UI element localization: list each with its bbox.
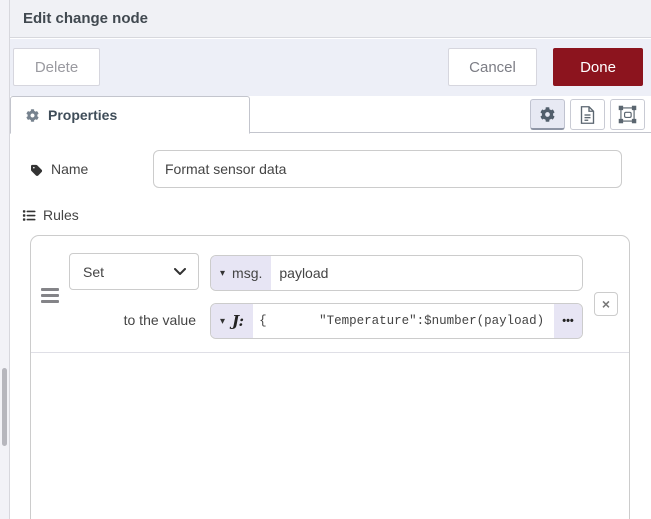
done-button[interactable]: Done	[553, 48, 643, 86]
property-prefix-label: msg.	[232, 265, 262, 281]
property-typed-input: ▾ msg.	[210, 255, 583, 291]
page-title: Edit change node	[23, 10, 148, 27]
tray-toolbar: Delete Cancel Done	[10, 39, 651, 96]
properties-gear-button[interactable]	[530, 99, 565, 130]
name-input[interactable]	[153, 150, 622, 188]
chevron-down-icon	[174, 268, 186, 276]
editor-tabbar: Properties	[10, 96, 651, 133]
scrollbar-thumb[interactable]	[2, 368, 7, 446]
expression-input[interactable]	[253, 304, 554, 338]
gear-icon	[540, 107, 555, 122]
cancel-button[interactable]: Cancel	[448, 48, 537, 86]
tab-properties-label: Properties	[48, 107, 117, 123]
delete-button[interactable]: Delete	[13, 48, 100, 86]
drag-handle-icon[interactable]	[41, 288, 59, 306]
rules-label: Rules	[43, 207, 79, 223]
value-typed-input: ▾ J: •••	[210, 303, 583, 339]
rules-list: Set ▾ msg. to the value	[30, 235, 630, 519]
appearance-icon-button[interactable]	[610, 99, 645, 130]
caret-down-icon: ▾	[220, 268, 225, 279]
name-label: Name	[51, 161, 88, 177]
list-icon	[22, 209, 36, 222]
description-icon-button[interactable]	[570, 99, 605, 130]
value-type-button[interactable]: ▾ J:	[211, 304, 253, 338]
rule-action-value: Set	[83, 264, 104, 280]
left-scrollbar-track	[0, 0, 10, 519]
edit-change-node-dialog: Edit change node Delete Cancel Done Prop…	[0, 0, 651, 519]
rule-action-select[interactable]: Set	[69, 253, 199, 290]
edit-tray: Edit change node Delete Cancel Done Prop…	[10, 0, 651, 519]
property-input[interactable]	[271, 256, 582, 290]
property-type-button[interactable]: ▾ msg.	[211, 256, 271, 290]
tab-icon-buttons	[530, 99, 645, 130]
document-icon	[580, 106, 595, 124]
tab-properties[interactable]: Properties	[10, 96, 250, 134]
jsonata-icon: J:	[232, 312, 244, 330]
tag-icon	[30, 164, 44, 177]
dialog-header: Edit change node	[10, 0, 651, 38]
expand-editor-button[interactable]: •••	[554, 304, 582, 338]
properties-form: Name Rules Set ▾	[10, 134, 651, 519]
gear-icon	[25, 109, 39, 122]
to-the-value-label: to the value	[51, 312, 196, 328]
rule-divider	[31, 352, 629, 353]
appearance-icon	[618, 105, 637, 124]
caret-down-icon: ▾	[220, 316, 225, 327]
remove-rule-button[interactable]: ×	[594, 292, 618, 316]
